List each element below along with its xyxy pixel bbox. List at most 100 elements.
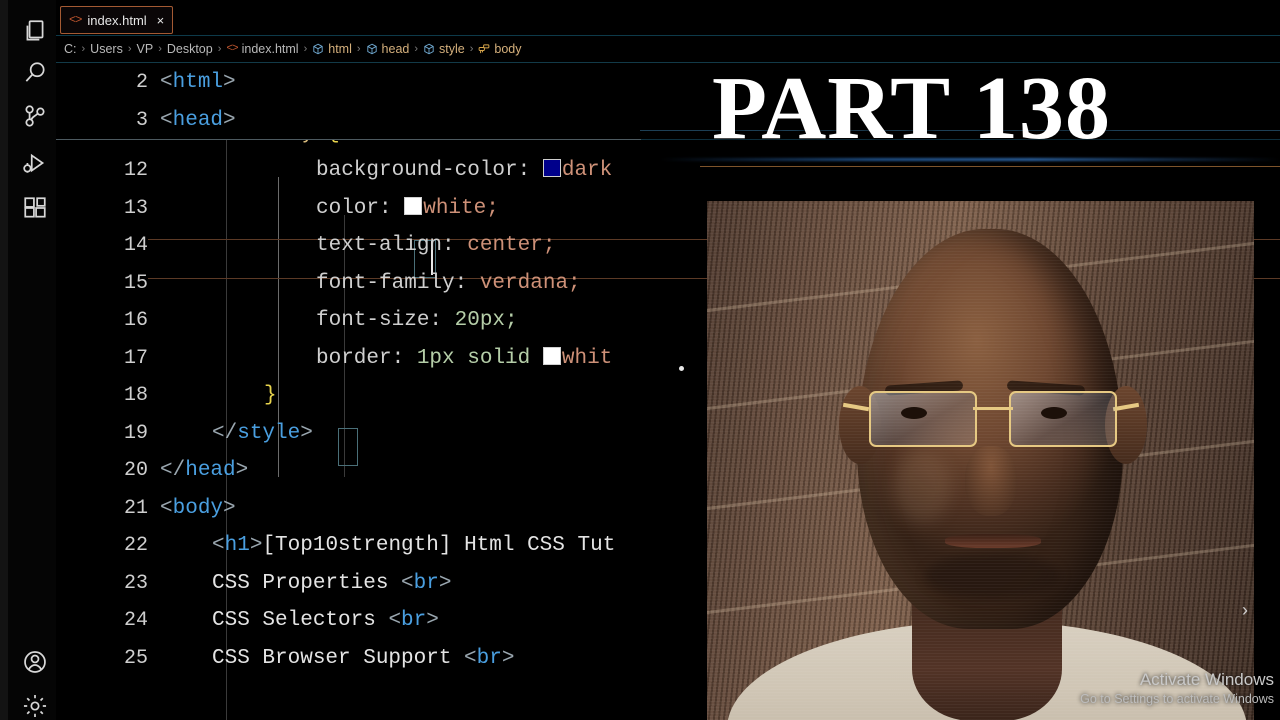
code-token: </ (160, 459, 186, 483)
breadcrumb-label: body (494, 42, 522, 56)
code-token: font-family: (316, 271, 480, 295)
settings-gear-icon[interactable] (18, 689, 52, 720)
vscode-window: <> index.html × C: › Users › VP › Desktop › <> in… (0, 0, 1280, 720)
code-line-content: </style> (212, 422, 313, 445)
code-line-content: <head> (160, 109, 236, 132)
code-token: < (388, 609, 402, 633)
code-token: solid (467, 346, 543, 370)
activity-bar (0, 0, 57, 720)
line-number: 22 (123, 534, 148, 558)
code-line-content: border: 1px solid whit (316, 346, 612, 370)
tab-label: index.html (87, 12, 147, 28)
code-line-content: CSS Selectors <br> (212, 609, 439, 632)
code-token: 1px (416, 346, 468, 370)
breadcrumb-separator: › (158, 43, 162, 55)
breadcrumb-separator: › (356, 43, 361, 55)
part-title: PART 138 (712, 59, 1112, 158)
breadcrumb-item-html[interactable]: html (312, 42, 352, 56)
overlay-glow-bar (660, 158, 1280, 161)
search-icon[interactable] (18, 56, 52, 90)
html-file-icon: <> (226, 43, 238, 55)
code-token: < (160, 108, 173, 132)
breadcrumb-separator: › (303, 43, 308, 55)
explorer-icon[interactable] (18, 14, 52, 48)
color-swatch-white[interactable] (542, 346, 561, 365)
code-token: </ (212, 421, 238, 445)
breadcrumb-item-body[interactable]: body (478, 42, 522, 56)
tab-bar: <> index.html × (56, 0, 1280, 36)
code-token: font-size: (316, 309, 455, 333)
line-number: 16 (123, 309, 148, 333)
line-number: 21 (123, 496, 148, 520)
line-number: 18 (123, 384, 148, 408)
code-token: [Top10strength] Html CSS Tut (262, 534, 616, 558)
breadcrumb-label: VP (136, 42, 154, 56)
line-number: 25 (123, 646, 148, 670)
code-line-content: } (264, 384, 277, 407)
windows-activation-watermark: Activate Windows Go to Settings to activ… (1080, 670, 1274, 706)
breadcrumb[interactable]: C: › Users › VP › Desktop › <> index.html › html › he… (64, 40, 522, 58)
breadcrumb-label: Desktop (166, 42, 213, 56)
tab-bar-underline (56, 35, 1280, 36)
code-line-content: <h1>[Top10strength] Html CSS Tut (212, 534, 615, 557)
code-token: < (401, 571, 414, 595)
code-line-content: color: white; (316, 196, 499, 220)
breadcrumb-item-indexhtml[interactable]: <> index.html (226, 42, 298, 56)
code-line-content: background-color: dark (316, 159, 612, 182)
tab-index-html[interactable]: <> index.html × (60, 6, 174, 34)
symbol-field-icon (312, 43, 324, 55)
breadcrumb-item-desktop[interactable]: Desktop (167, 42, 213, 56)
breadcrumb-item-users[interactable]: Users (90, 42, 123, 56)
line-number: 12 (123, 159, 148, 183)
code-token: color: (316, 196, 405, 220)
glasses-lens-left (869, 391, 977, 447)
code-line-content: CSS Properties <br> (212, 572, 451, 595)
code-token: CSS Browser Support (212, 646, 465, 670)
code-token: 20px; (454, 309, 518, 333)
code-token: } (264, 384, 277, 408)
account-icon[interactable] (18, 645, 52, 679)
close-icon[interactable]: × (157, 14, 165, 27)
code-line-content: font-size: 20px; (316, 309, 518, 332)
breadcrumb-item-head[interactable]: head (366, 42, 409, 56)
line-number: 3 (135, 108, 148, 132)
breadcrumb-separator: › (469, 43, 474, 55)
code-token: verdana; (479, 271, 581, 295)
line-number: 14 (123, 234, 148, 258)
code-line-content: text-align: center; (316, 234, 555, 257)
line-number: 13 (123, 196, 148, 220)
code-token: > (426, 609, 439, 633)
run-debug-icon[interactable] (18, 146, 52, 180)
code-token: background-color: (316, 159, 543, 183)
breadcrumb-separator: › (127, 43, 132, 55)
code-token: head (172, 108, 224, 132)
code-token: CSS Properties (212, 571, 402, 595)
color-swatch-white[interactable] (404, 196, 423, 215)
code-token: > (300, 421, 313, 445)
code-token: head (185, 459, 236, 483)
code-line-content: </head> (160, 459, 248, 482)
symbol-field-icon (366, 43, 378, 55)
breadcrumb-item-vp[interactable]: VP (137, 42, 154, 56)
glasses-bridge (973, 407, 1013, 410)
overlay-accent-line (700, 166, 1280, 167)
source-control-icon[interactable] (18, 99, 52, 133)
html5-file-icon: <> (69, 13, 82, 27)
line-number: 23 (123, 571, 148, 595)
code-token: border: (316, 346, 417, 370)
breadcrumb-item-style[interactable]: style (423, 42, 465, 56)
person-eye-left (901, 407, 927, 419)
window-edge-strip (0, 0, 8, 720)
breadcrumb-item-c[interactable]: C: (64, 42, 77, 56)
line-number: 20 (123, 459, 148, 483)
code-token: > (235, 459, 249, 483)
chevron-right-icon[interactable]: › (1242, 600, 1248, 621)
code-token: CSS Selectors (212, 609, 389, 633)
extensions-icon[interactable] (18, 191, 52, 225)
code-token: center; (467, 234, 556, 258)
color-swatch-navy[interactable] (542, 159, 561, 178)
code-token: > (223, 496, 236, 520)
code-token: style (237, 421, 301, 445)
code-line-content: <body> (160, 497, 236, 520)
code-token: text-align: (316, 234, 468, 258)
